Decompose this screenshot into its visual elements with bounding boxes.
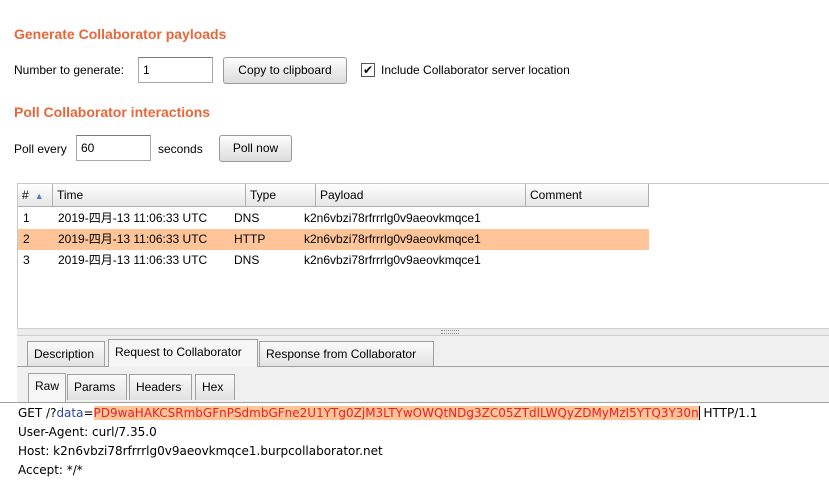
row-payload: k2n6vbzi78rfrrrlg0v9aeovkmqce1 [304,253,481,267]
query-param-name: data [56,406,84,420]
highlighted-param-value[interactable]: PD9waHAKCSRmbGFnPSdmbGFne2U1YTg0ZjM3LTYw… [93,406,700,420]
number-to-generate-input[interactable] [138,57,213,83]
row-type: DNS [234,211,260,225]
accept-header: Accept: */* [18,463,83,477]
poll-interval-input[interactable] [76,135,151,161]
row-type: HTTP [234,232,266,246]
tab-request-to-collaborator[interactable]: Request to Collaborator [108,339,258,367]
row-type: DNS [234,253,260,267]
interactions-table: # ▲ Time Type Payload Comment 1 2019-四月-1… [17,183,829,328]
host-header: Host: k2n6vbzi78rfrrrlg0v9aeovkmqce1.bur… [18,444,383,458]
row-number: 2 [23,232,30,246]
row-number: 3 [23,253,30,267]
poll-section-title: Poll Collaborator interactions [14,104,211,120]
column-header-payload[interactable]: Payload [316,184,526,207]
table-row[interactable]: 1 2019-四月-13 11:06:33 UTC DNS k2n6vbzi78… [18,208,649,229]
user-agent-header: User-Agent: curl/7.35.0 [18,425,157,439]
tab-divider [17,366,108,367]
column-header-type[interactable]: Type [246,184,316,207]
include-server-location-label: Include Collaborator server location [381,63,570,77]
table-row[interactable]: 3 2019-四月-13 11:06:33 UTC DNS k2n6vbzi78… [18,250,649,271]
column-header-number[interactable]: # ▲ [18,184,53,207]
raw-request-editor[interactable]: GET /?data=PD9waHAKCSRmbGFnPSdmbGFne2U1Y… [0,402,829,501]
seconds-label: seconds [158,142,203,156]
column-header-comment[interactable]: Comment [526,184,649,207]
row-time: 2019-四月-13 11:06:33 UTC [58,232,208,246]
copy-to-clipboard-button[interactable]: Copy to clipboard [223,57,347,84]
tab-response-from-collaborator[interactable]: Response from Collaborator [259,341,434,367]
include-server-location-checkbox[interactable]: ✔ [361,63,375,77]
tab-params[interactable]: Params [67,374,127,400]
row-payload: k2n6vbzi78rfrrrlg0v9aeovkmqce1 [304,211,481,225]
row-comment [508,208,513,229]
generate-section-title: Generate Collaborator payloads [14,26,227,42]
tab-description[interactable]: Description [27,341,105,367]
splitter-grip-icon [441,330,459,334]
row-time: 2019-四月-13 11:06:33 UTC [58,211,208,225]
sort-ascending-icon: ▲ [34,191,44,201]
request-line: GET /?data=PD9waHAKCSRmbGFnPSdmbGFne2U1Y… [18,406,758,420]
table-header: # ▲ Time Type Payload Comment [18,184,649,207]
number-to-generate-label: Number to generate: [14,63,125,77]
tab-raw[interactable]: Raw [28,373,66,402]
poll-every-label: Poll every [14,142,67,156]
row-number: 1 [23,211,30,225]
row-comment [508,229,513,250]
tab-headers[interactable]: Headers [129,374,192,400]
tab-divider [258,366,829,367]
tab-hex[interactable]: Hex [195,374,235,400]
column-header-time[interactable]: Time [53,184,246,207]
row-time: 2019-四月-13 11:06:33 UTC [58,253,208,267]
table-row[interactable]: 2 2019-四月-13 11:06:33 UTC HTTP k2n6vbzi7… [18,229,649,250]
poll-now-button[interactable]: Poll now [219,135,292,162]
row-payload: k2n6vbzi78rfrrrlg0v9aeovkmqce1 [304,232,481,246]
pane-splitter[interactable] [17,328,829,336]
row-comment [508,250,513,271]
